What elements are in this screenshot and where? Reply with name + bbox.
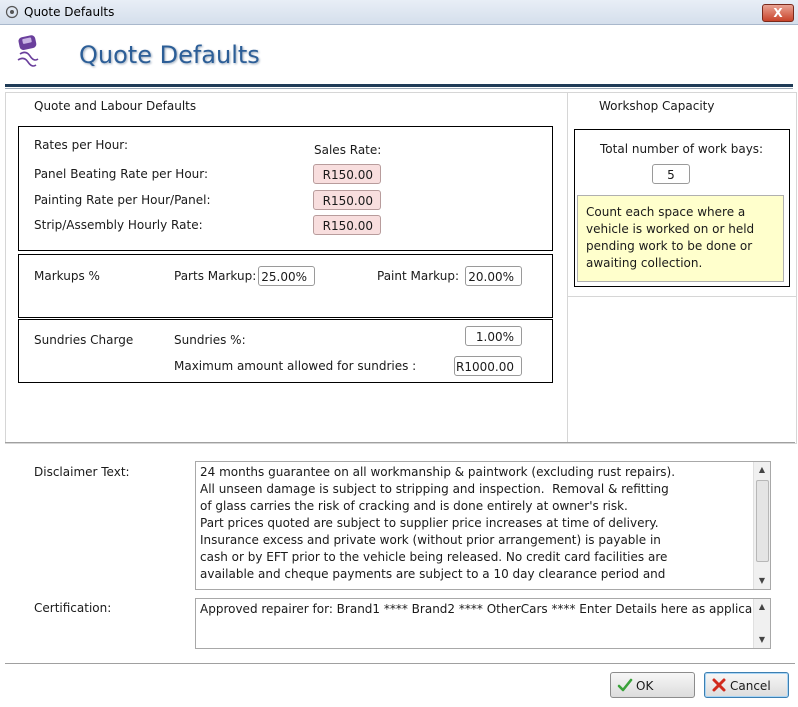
panel-beating-rate-field[interactable]: R150.00 [313, 164, 381, 184]
scroll-down-icon[interactable]: ▼ [754, 632, 770, 648]
cancel-label: Cancel [730, 679, 771, 693]
scroll-down-icon[interactable]: ▼ [754, 573, 770, 589]
scroll-up-icon[interactable]: ▲ [754, 599, 770, 615]
rates-heading: Rates per Hour: [34, 138, 129, 152]
header-divider-thin [5, 88, 793, 89]
car-skid-icon [17, 35, 39, 67]
sundries-max-label: Maximum amount allowed for sundries : [174, 359, 417, 373]
workshop-title: Workshop Capacity [599, 99, 715, 113]
title-bar: Quote Defaults X [0, 0, 798, 25]
work-bays-field[interactable]: 5 [652, 164, 690, 184]
close-icon: X [773, 6, 783, 20]
certification-label: Certification: [34, 601, 112, 615]
strip-assembly-rate-field[interactable]: R150.00 [313, 215, 381, 235]
painting-rate-field[interactable]: R150.00 [313, 190, 381, 210]
quote-labour-title: Quote and Labour Defaults [34, 99, 197, 113]
strip-assembly-rate-label: Strip/Assembly Hourly Rate: [34, 218, 203, 232]
parts-markup-label: Parts Markup: [174, 269, 257, 283]
workshop-note: Count each space where a vehicle is work… [577, 195, 784, 282]
sundries-heading: Sundries Charge [34, 333, 134, 347]
markups-heading: Markups % [34, 269, 100, 283]
page-title: Quote Defaults [79, 41, 260, 69]
disclaimer-scrollbar[interactable]: ▲ ▼ [753, 462, 770, 589]
close-button[interactable]: X [762, 4, 794, 22]
certification-textarea[interactable]: Approved repairer for: Brand1 **** Brand… [195, 598, 771, 649]
scroll-thumb[interactable] [756, 480, 769, 562]
paint-markup-label: Paint Markup: [377, 269, 459, 283]
scroll-up-icon[interactable]: ▲ [754, 462, 770, 478]
sundries-percent-field[interactable]: 1.00% [465, 326, 522, 346]
app-icon [5, 5, 19, 19]
footer-divider [5, 663, 795, 664]
checkmark-icon [617, 677, 633, 696]
workshop-empty-panel [567, 296, 797, 444]
disclaimer-textarea[interactable]: 24 months guarantee on all workmanship &… [195, 461, 771, 590]
section-divider [5, 442, 795, 443]
disclaimer-label: Disclaimer Text: [34, 465, 130, 479]
panel-beating-rate-label: Panel Beating Rate per Hour: [34, 167, 209, 181]
ok-label: OK [636, 679, 654, 693]
paint-markup-field[interactable]: 20.00% [465, 266, 522, 286]
certification-text: Approved repairer for: Brand1 **** Brand… [200, 602, 771, 616]
header-divider [5, 84, 793, 87]
parts-markup-field[interactable]: 25.00% [258, 266, 315, 286]
red-x-icon [711, 677, 727, 696]
sundries-percent-label: Sundries %: [174, 333, 246, 347]
cancel-button[interactable]: Cancel [704, 672, 789, 698]
disclaimer-text: 24 months guarantee on all workmanship &… [200, 465, 676, 581]
ok-button[interactable]: OK [610, 672, 695, 698]
window-title: Quote Defaults [24, 5, 115, 19]
certification-scrollbar[interactable]: ▲ ▼ [753, 599, 770, 648]
painting-rate-label: Painting Rate per Hour/Panel: [34, 193, 211, 207]
page-header: Quote Defaults [0, 25, 798, 85]
work-bays-label: Total number of work bays: [600, 142, 764, 156]
sundries-max-field[interactable]: R1000.00 [454, 356, 522, 376]
sales-rate-label: Sales Rate: [314, 143, 382, 157]
